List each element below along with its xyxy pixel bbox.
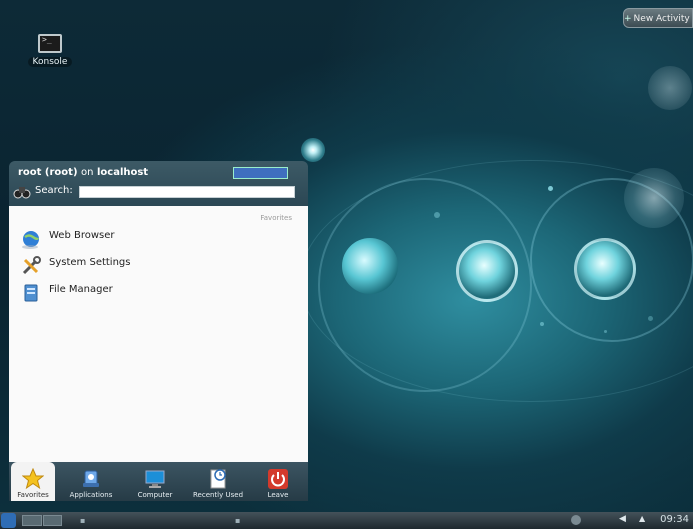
tab-leave[interactable]: Leave [255,462,301,501]
wallpaper-dot [548,186,553,191]
favorite-web-browser[interactable]: Web Browser [21,227,291,251]
launcher-header: root (root) on localhost Search: [9,161,308,206]
wallpaper-bubble [342,238,398,294]
web-browser-icon [22,231,40,249]
system-tray: ◀ ▲ 09:34 [563,512,693,529]
tab-label: Applications [69,491,113,499]
star-icon [22,468,44,490]
wallpaper-bubble [624,168,684,228]
search-row: Search: [13,184,303,200]
favorite-label: File Manager [49,284,113,295]
clock-icon [210,469,226,489]
taskbar-task[interactable]: ▪ [235,514,355,527]
taskbar-task[interactable]: ▪ [80,514,200,527]
tab-favorites[interactable]: Favorites [11,462,55,501]
new-activity-button[interactable]: + New Activity [623,8,693,28]
volume-icon[interactable]: ◀ [619,514,626,524]
wallpaper-bubble [301,138,325,162]
favorites-list: Favorites Web Browser System Settings Fi… [9,206,308,462]
window-icon: ▪ [235,516,241,525]
host-name: localhost [96,167,149,178]
computer-icon [145,470,165,488]
system-settings-icon [22,256,41,275]
wallpaper-dot [434,212,440,218]
new-activity-label: New Activity [633,14,690,24]
user-name: root (root) [18,167,78,178]
tab-computer[interactable]: Computer [129,462,181,501]
wallpaper-dot [540,322,544,326]
tray-arrow-icon[interactable]: ▲ [639,514,645,523]
tab-label: Leave [267,491,289,499]
search-label: Search: [35,185,73,196]
tab-recently-used[interactable]: Recently Used [187,462,249,501]
kde-logo-badge [233,167,288,179]
favorite-system-settings[interactable]: System Settings [21,254,291,278]
search-input[interactable] [79,186,295,198]
tab-label: Favorites [17,491,49,499]
favorite-label: System Settings [49,257,131,268]
desktop-pager[interactable] [22,515,62,526]
tab-label: Computer [137,491,173,499]
wallpaper-bubble [574,238,636,300]
desktop-icon-konsole[interactable]: Konsole [28,34,72,67]
desktop-icon-label: Konsole [28,57,72,67]
power-icon [268,469,288,489]
clock[interactable]: 09:34 [660,514,689,525]
tab-applications[interactable]: Applications [63,462,119,501]
wallpaper-bubble [648,66,692,110]
application-launcher-menu: root (root) on localhost Search: Favorit… [9,161,308,501]
wallpaper-dot [604,330,607,333]
favorite-file-manager[interactable]: File Manager [21,281,291,305]
window-icon: ▪ [80,516,86,525]
wallpaper-bubble [456,240,518,302]
plus-icon: + [624,14,632,24]
on-text: on [81,167,94,178]
kde-menu-button[interactable] [1,513,16,528]
file-manager-icon [24,284,38,302]
favorite-label: Web Browser [49,230,115,241]
network-icon[interactable] [571,515,581,525]
search-binoculars-icon [13,187,31,199]
user-host-label: root (root) on localhost [18,167,148,178]
tab-label: Recently Used [192,491,244,499]
applications-icon [83,470,99,487]
favorites-heading: Favorites [260,214,292,222]
taskbar: ▪ ▪ ◀ ▲ 09:34 [0,512,693,529]
wallpaper-dot [648,316,653,321]
launcher-tab-bar: Favorites Applications Computer Recently… [9,462,308,501]
terminal-icon [38,34,62,53]
